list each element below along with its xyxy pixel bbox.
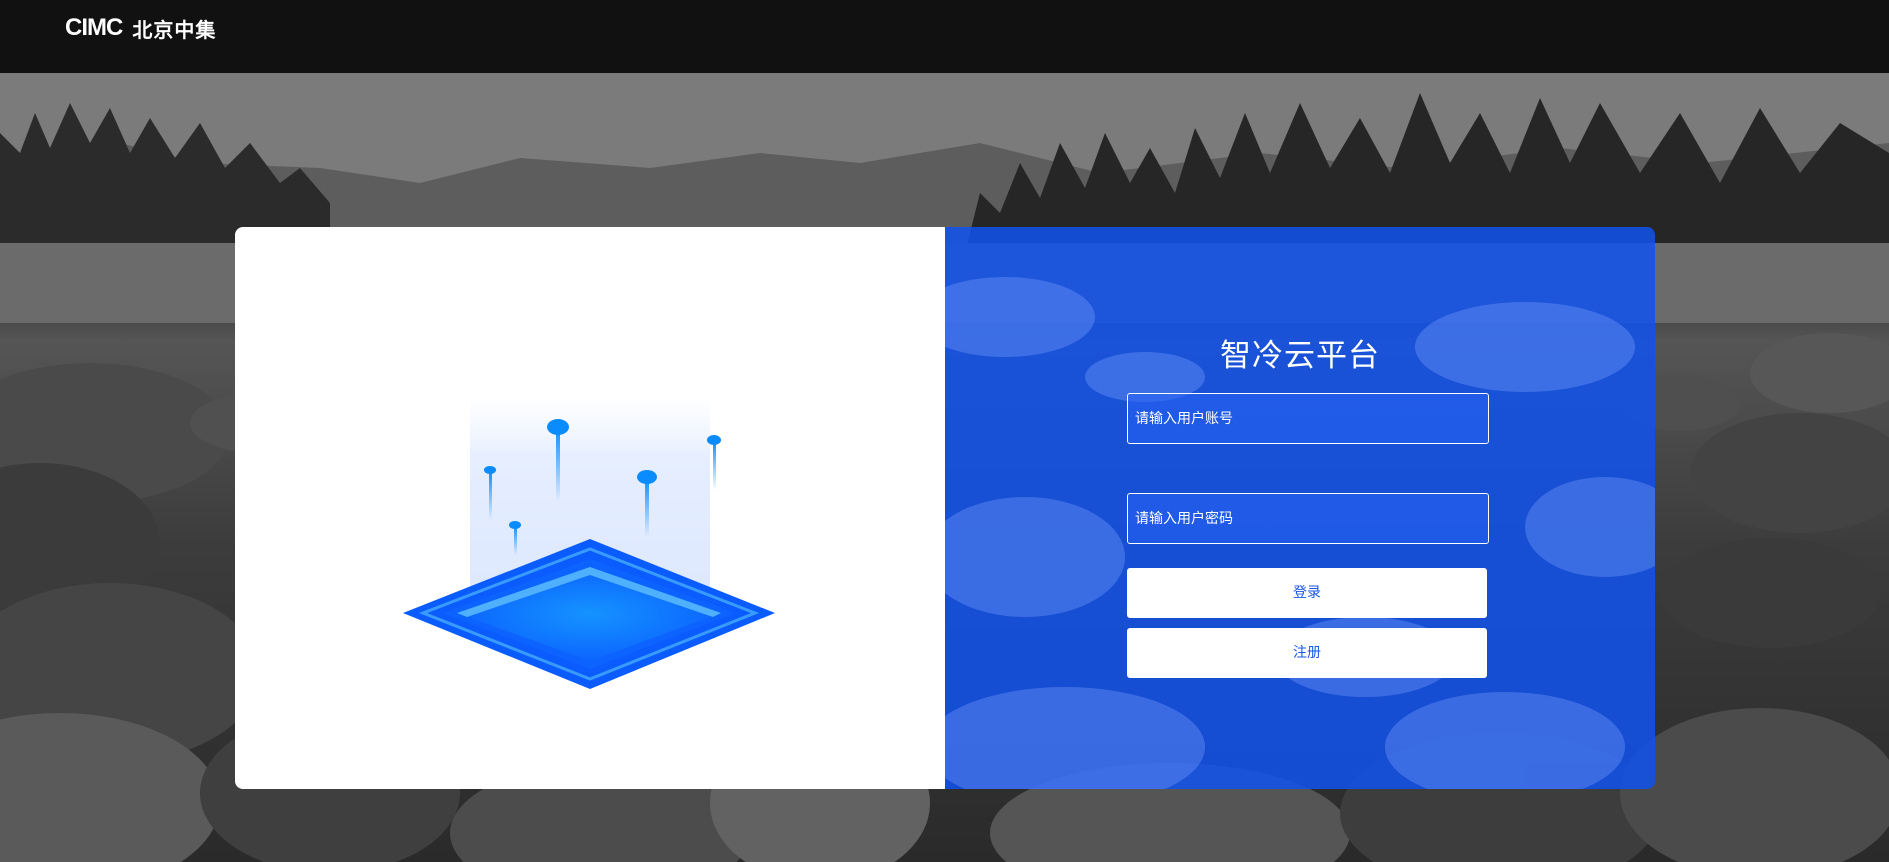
platform-title: 智冷云平台 [1220,338,1380,374]
username-field-wrapper [1127,393,1489,444]
top-bar: CIMC 北京中集 [0,0,1889,73]
company-logo[interactable]: CIMC 北京中集 [65,14,216,42]
login-card: 智冷云平台 登录 注册 [235,227,1655,789]
login-panel: 智冷云平台 登录 注册 [945,227,1655,789]
register-button[interactable]: 注册 [1127,628,1487,678]
password-input[interactable] [1128,494,1488,543]
illustration-panel [235,227,945,789]
login-button[interactable]: 登录 [1127,568,1487,618]
username-input[interactable] [1128,394,1488,443]
logo-cjk-text: 北京中集 [132,17,217,42]
password-field-wrapper [1127,493,1489,544]
logo-latin-text: CIMC [65,14,123,41]
iot-platform-illustration-icon [403,397,775,689]
